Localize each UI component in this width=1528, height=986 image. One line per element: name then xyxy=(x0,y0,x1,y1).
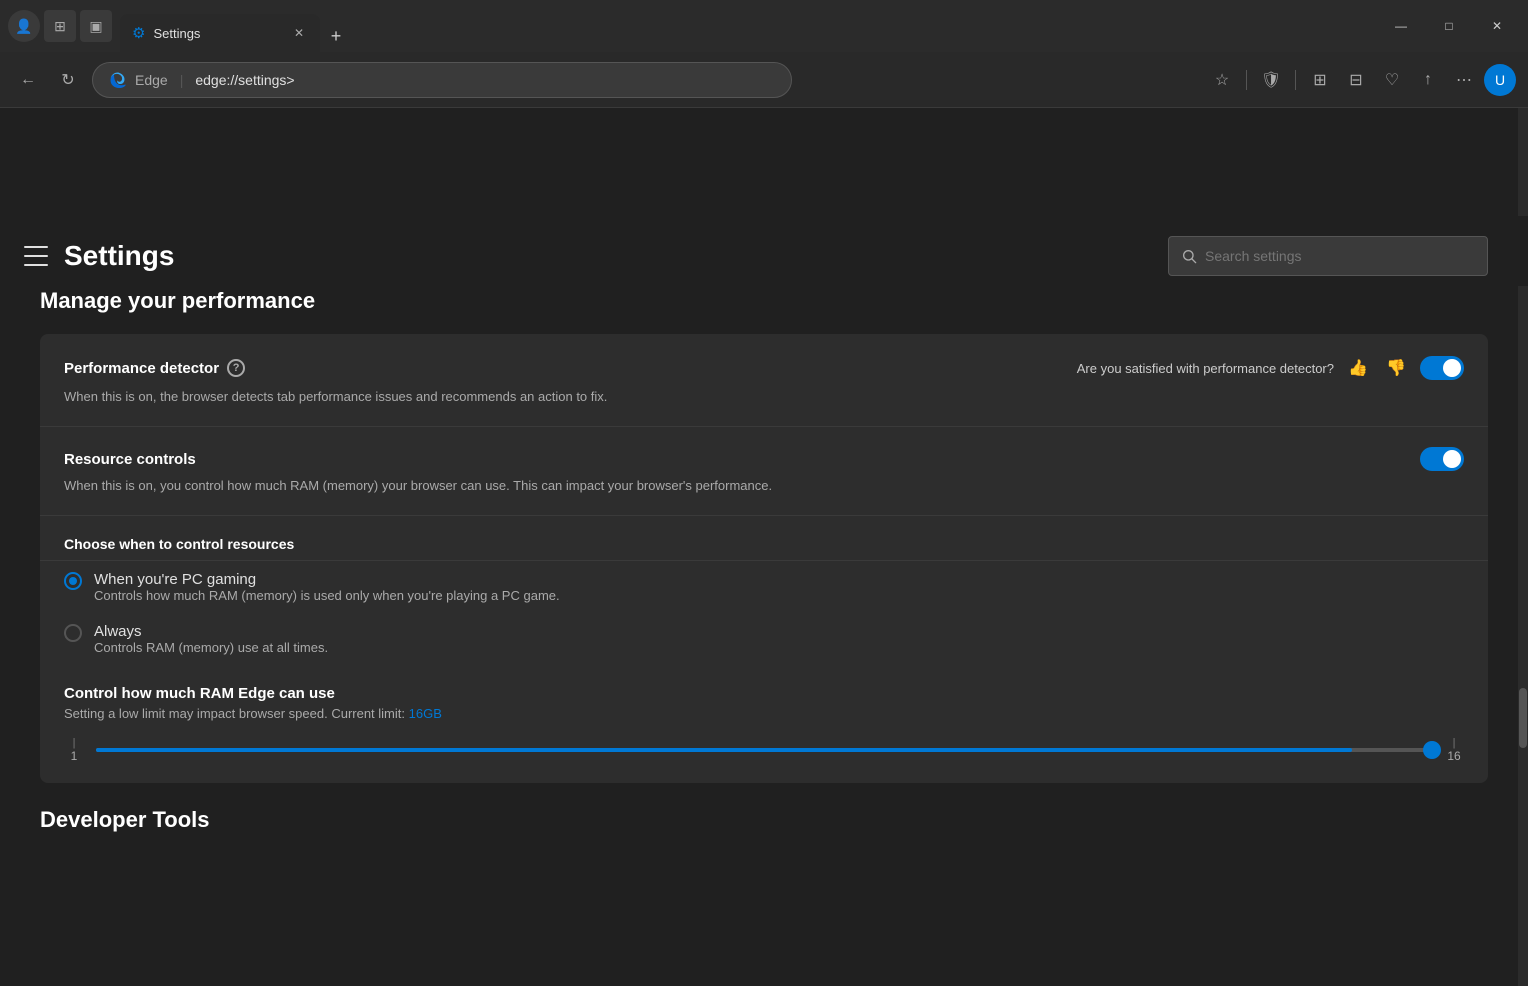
sidebar-toggle-icon[interactable]: ▣ xyxy=(80,10,112,42)
tab-settings[interactable]: ⚙ Settings ✕ xyxy=(120,14,320,52)
address-text: edge://settings> xyxy=(195,72,294,88)
always-radio-button[interactable] xyxy=(64,624,82,642)
collections-icon[interactable]: ⊟ xyxy=(1340,64,1372,96)
performance-detector-row: Performance detector ? Are you satisfied… xyxy=(40,334,1488,427)
performance-detector-toggle[interactable] xyxy=(1420,356,1464,380)
gaming-radio-desc: Controls how much RAM (memory) is used o… xyxy=(94,588,560,603)
thumbs-down-button[interactable]: 👎 xyxy=(1382,354,1410,382)
gaming-radio-label: When you're PC gaming xyxy=(94,571,560,588)
tab-settings-label: Settings xyxy=(153,26,200,41)
toolbar-divider xyxy=(1246,70,1247,90)
always-radio-desc: Controls RAM (memory) use at all times. xyxy=(94,640,328,655)
toolbar-divider-2 xyxy=(1295,70,1296,90)
resource-controls-toggle-knob xyxy=(1443,450,1461,468)
resource-controls-toggle[interactable] xyxy=(1420,447,1464,471)
ram-slider-thumb[interactable] xyxy=(1423,741,1441,759)
settings-header: Settings xyxy=(0,216,1528,286)
hamburger-line-1 xyxy=(24,246,48,248)
slider-max-label: 16 xyxy=(1444,749,1464,763)
ram-slider-section: Control how much RAM Edge can use Settin… xyxy=(40,675,1488,783)
page-title: Settings xyxy=(64,240,174,272)
edge-logo-icon xyxy=(109,71,127,89)
performance-detector-toggle-knob xyxy=(1443,359,1461,377)
developer-tools-title: Developer Tools xyxy=(40,807,1488,833)
address-bar[interactable]: Edge | edge://settings> xyxy=(92,62,792,98)
profile-icon[interactable]: U xyxy=(1484,64,1516,96)
ram-limit-link[interactable]: 16GB xyxy=(409,706,442,721)
settings-title-area: Settings xyxy=(24,240,174,272)
settings-content: Manage your performance Performance dete… xyxy=(0,288,1528,893)
hamburger-menu-button[interactable] xyxy=(24,244,48,268)
back-icon: ← xyxy=(20,71,36,89)
reload-button[interactable]: ↻ xyxy=(52,64,84,96)
tab-groups-icon[interactable]: ⊞ xyxy=(44,10,76,42)
always-radio-content: Always Controls RAM (memory) use at all … xyxy=(94,623,328,655)
choose-resources-title: Choose when to control resources xyxy=(64,536,1464,560)
performance-detector-desc: When this is on, the browser detects tab… xyxy=(64,388,1464,406)
window-controls: — □ ✕ xyxy=(1378,10,1520,42)
developer-tools-section: Developer Tools xyxy=(40,807,1488,833)
close-button[interactable]: ✕ xyxy=(1474,10,1520,42)
scrollbar-thumb[interactable] xyxy=(1519,688,1527,748)
search-icon xyxy=(1181,248,1197,264)
new-tab-button[interactable]: + xyxy=(320,20,352,52)
profile-mini-icon[interactable]: 👤 xyxy=(8,10,40,42)
feedback-icon[interactable]: ♡ xyxy=(1376,64,1408,96)
tab-settings-icon: ⚙ xyxy=(132,24,145,42)
feedback-area: Are you satisfied with performance detec… xyxy=(1077,354,1464,382)
slider-min-area: | 1 xyxy=(64,737,84,763)
maximize-button[interactable]: □ xyxy=(1426,10,1472,42)
performance-section-title: Manage your performance xyxy=(40,288,1488,314)
titlebar-left: 👤 ⊞ ▣ xyxy=(8,10,112,42)
settings-page: Settings Manage your performance xyxy=(0,108,1528,986)
search-box[interactable] xyxy=(1168,236,1488,276)
always-radio-label: Always xyxy=(94,623,328,640)
hamburger-line-2 xyxy=(24,255,48,257)
thumbs-up-button[interactable]: 👍 xyxy=(1344,354,1372,382)
more-options-icon[interactable]: ⋯ xyxy=(1448,64,1480,96)
tab-close-button[interactable]: ✕ xyxy=(290,24,308,42)
ram-slider-desc: Setting a low limit may impact browser s… xyxy=(64,706,1464,721)
performance-detector-header: Performance detector ? Are you satisfied… xyxy=(64,354,1464,382)
back-button[interactable]: ← xyxy=(12,64,44,96)
search-input[interactable] xyxy=(1205,248,1475,264)
browser-essentials-icon[interactable]: 🛡 xyxy=(1255,64,1287,96)
addressbar: ← ↻ Edge | edge://settings> ☆ 🛡 ⊞ ⊟ ♡ ↑ … xyxy=(0,52,1528,108)
ram-slider-fill xyxy=(96,748,1352,752)
split-screen-icon[interactable]: ⊞ xyxy=(1304,64,1336,96)
choose-resources-section: Choose when to control resources xyxy=(40,516,1488,561)
slider-min-label: 1 xyxy=(64,749,84,763)
gaming-radio-button[interactable] xyxy=(64,572,82,590)
ram-slider-track xyxy=(96,748,1432,752)
gaming-radio-item: When you're PC gaming Controls how much … xyxy=(64,571,1464,603)
resource-controls-row: Resource controls When this is on, you c… xyxy=(40,427,1488,516)
slider-max-area: | 16 xyxy=(1444,737,1464,763)
reload-icon: ↻ xyxy=(61,70,74,90)
always-radio-item: Always Controls RAM (memory) use at all … xyxy=(64,623,1464,655)
performance-detector-help-icon[interactable]: ? xyxy=(227,359,245,377)
feedback-question: Are you satisfied with performance detec… xyxy=(1077,361,1334,376)
favorites-icon[interactable]: ☆ xyxy=(1206,64,1238,96)
share-icon[interactable]: ↑ xyxy=(1412,64,1444,96)
resource-controls-desc: When this is on, you control how much RA… xyxy=(64,477,1464,495)
toolbar-icons: ☆ 🛡 ⊞ ⊟ ♡ ↑ ⋯ U xyxy=(1206,64,1516,96)
gaming-radio-content: When you're PC gaming Controls how much … xyxy=(94,571,560,603)
minimize-button[interactable]: — xyxy=(1378,10,1424,42)
resource-controls-header: Resource controls xyxy=(64,447,1464,471)
hamburger-line-3 xyxy=(24,264,48,266)
titlebar: 👤 ⊞ ▣ ⚙ Settings ✕ + — □ ✕ xyxy=(0,0,1528,52)
browser-name-label: Edge xyxy=(135,72,168,88)
slider-container: | 1 | 16 xyxy=(64,737,1464,763)
resource-radio-group: When you're PC gaming Controls how much … xyxy=(40,561,1488,675)
tab-bar: ⚙ Settings ✕ + xyxy=(120,0,1370,52)
performance-detector-name: Performance detector ? xyxy=(64,359,245,377)
performance-card: Performance detector ? Are you satisfied… xyxy=(40,334,1488,783)
ram-slider-title: Control how much RAM Edge can use xyxy=(64,685,1464,702)
resource-controls-name: Resource controls xyxy=(64,451,196,468)
